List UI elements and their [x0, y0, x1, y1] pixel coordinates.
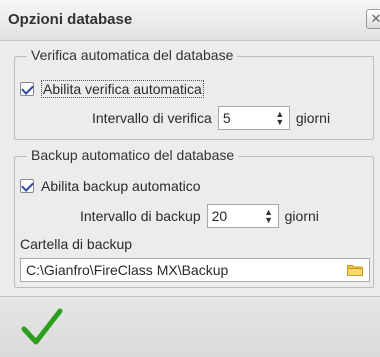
- backup-checkbox[interactable]: [20, 179, 34, 193]
- backup-checkbox-row[interactable]: Abilita backup automatico: [20, 178, 201, 194]
- title-bar: Opzioni database ✕: [0, 0, 380, 41]
- close-button[interactable]: ✕: [366, 9, 380, 29]
- verifica-interval-row: Intervallo di verifica 5 ▲ ▼ giorni: [92, 106, 330, 130]
- backup-folder-label: Cartella di backup: [20, 236, 133, 252]
- backup-interval-spinbox[interactable]: 20 ▲ ▼: [206, 204, 279, 228]
- verifica-interval-value: 5: [222, 110, 231, 126]
- spin-arrows-icon[interactable]: ▲ ▼: [264, 208, 274, 225]
- backup-folder-value: C:\Gianfro\FireClass MX\Backup: [26, 262, 229, 278]
- backup-interval-value: 20: [211, 208, 228, 224]
- backup-interval-unit: giorni: [284, 208, 319, 224]
- options-database-dialog: Opzioni database ✕ Verifica automatica d…: [0, 0, 380, 357]
- verifica-interval-unit: giorni: [295, 110, 331, 126]
- verifica-checkbox-row[interactable]: Abilita verifica automatica: [20, 80, 204, 98]
- verifica-interval-label: Intervallo di verifica: [92, 110, 212, 126]
- verifica-checkbox[interactable]: [20, 82, 34, 96]
- backup-checkbox-label: Abilita backup automatico: [41, 178, 201, 194]
- verifica-group-legend: Verifica automatica del database: [27, 47, 238, 63]
- backup-folder-field[interactable]: C:\Gianfro\FireClass MX\Backup: [20, 258, 370, 282]
- dialog-title: Opzioni database: [8, 11, 133, 28]
- close-icon: ✕: [370, 11, 380, 26]
- spin-arrows-icon[interactable]: ▲ ▼: [275, 110, 285, 127]
- verifica-interval-spinbox[interactable]: 5 ▲ ▼: [217, 106, 290, 130]
- backup-group-legend: Backup automatico del database: [27, 147, 239, 163]
- dialog-footer: [0, 296, 380, 357]
- verifica-checkbox-label: Abilita verifica automatica: [41, 80, 204, 98]
- folder-icon[interactable]: [347, 264, 363, 276]
- backup-interval-label: Intervallo di backup: [80, 208, 201, 224]
- checkmark-icon[interactable]: [18, 305, 66, 349]
- backup-interval-row: Intervallo di backup 20 ▲ ▼ giorni: [80, 204, 319, 228]
